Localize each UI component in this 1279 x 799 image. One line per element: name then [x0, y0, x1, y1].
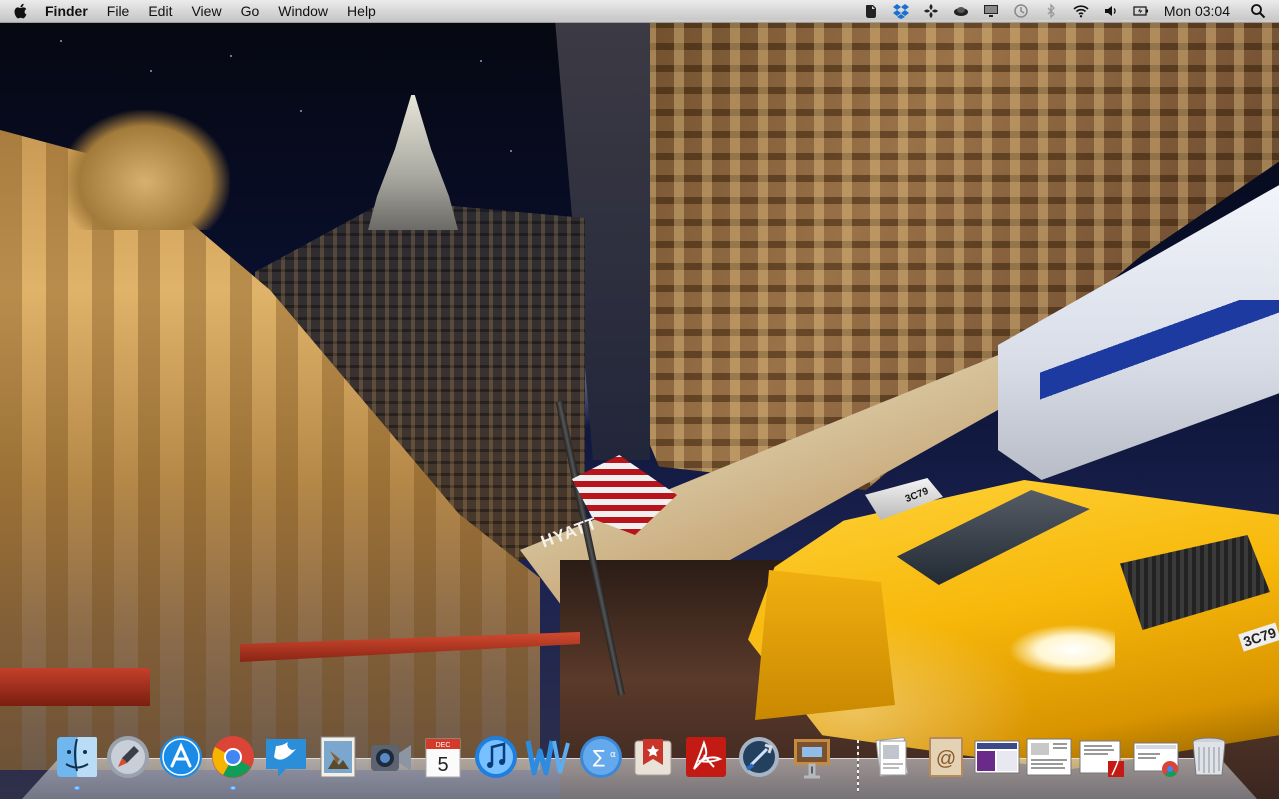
menu-bar: Finder File Edit View Go Window Help Mon…: [0, 0, 1279, 23]
red-awning-left: [0, 668, 150, 706]
wifi-icon[interactable]: [1072, 3, 1090, 19]
menu-help[interactable]: Help: [347, 0, 376, 22]
dock-item-preview[interactable]: [313, 732, 363, 782]
launchpad-icon: [107, 736, 149, 778]
dock-item-finder[interactable]: [52, 732, 102, 782]
preview-icon: [320, 736, 356, 778]
star: [230, 55, 232, 57]
evernote-icon[interactable]: [862, 3, 880, 19]
display-icon[interactable]: [982, 3, 1000, 19]
menu-edit[interactable]: Edit: [148, 0, 172, 22]
dock: DEC 5 ∑ α @: [0, 732, 1279, 790]
chrome-icon: [212, 736, 254, 778]
star: [480, 60, 482, 62]
wunderlist-icon: [634, 739, 672, 776]
adobe-reader-icon: [686, 737, 726, 777]
dock-item-chrome[interactable]: [208, 732, 258, 782]
word-icon: [525, 740, 570, 776]
apple-logo-icon[interactable]: [13, 3, 29, 20]
svg-text:∑: ∑: [593, 747, 605, 768]
dock-item-twitter[interactable]: [261, 732, 311, 782]
dock-item-keynote[interactable]: [787, 732, 837, 782]
statue-sculpture: [60, 110, 230, 230]
spotlight-search-icon[interactable]: [1249, 3, 1267, 19]
itunes-icon: [475, 736, 517, 778]
bluetooth-icon[interactable]: [1042, 3, 1060, 19]
dock-item-document[interactable]: [1024, 732, 1074, 782]
volume-icon[interactable]: [1102, 3, 1120, 19]
desktop-wallpaper: HYATT 3C79 3C79: [0, 0, 1279, 799]
contacts-icon: @: [929, 737, 963, 777]
menu-window[interactable]: Window: [278, 0, 328, 22]
dropbox-icon[interactable]: [892, 3, 910, 19]
dock-item-trash[interactable]: [1184, 732, 1234, 782]
time-machine-icon[interactable]: [1012, 3, 1030, 19]
battery-icon[interactable]: [1132, 3, 1150, 19]
keynote-icon: [794, 739, 830, 779]
dock-item-calendar[interactable]: DEC 5: [418, 732, 468, 782]
dock-item-pdf[interactable]: [1077, 732, 1127, 782]
star: [60, 40, 62, 42]
star: [150, 70, 152, 72]
dock-item-launchpad[interactable]: [103, 732, 153, 782]
finder-icon: [57, 737, 97, 777]
dock-item-calculator[interactable]: ∑ α: [576, 732, 626, 782]
document-stack-icon: [1026, 738, 1072, 776]
calendar-day: 5: [437, 754, 448, 776]
sketchbook-icon[interactable]: [922, 3, 940, 19]
menu-file[interactable]: File: [107, 0, 130, 22]
dock-item-documents[interactable]: [867, 732, 917, 782]
dock-item-app-store[interactable]: [156, 732, 206, 782]
bus-stripe: [1040, 300, 1279, 420]
dock-item-adobe-reader[interactable]: [681, 732, 731, 782]
downloads-stack-icon: [1133, 742, 1179, 777]
facetime-icon: [371, 745, 411, 771]
dock-item-screenshot[interactable]: [972, 732, 1022, 782]
app-store-icon: [160, 736, 202, 778]
twitter-icon: [266, 739, 306, 777]
star: [300, 110, 302, 112]
taxi-headlight: [1010, 625, 1115, 675]
svg-text:α: α: [610, 750, 616, 760]
menu-clock[interactable]: Mon 03:04: [1164, 3, 1230, 19]
calendar-month: DEC: [436, 742, 451, 749]
star: [510, 150, 512, 152]
trash-icon: [1192, 737, 1226, 776]
calculator-icon: ∑ α: [580, 736, 622, 778]
documents-stack-icon: [875, 737, 909, 777]
status-menus: Mon 03:04: [862, 0, 1279, 22]
finder-running-indicator: [74, 786, 80, 790]
menu-go[interactable]: Go: [241, 0, 260, 22]
xcode-icon: [739, 737, 779, 777]
dock-item-contacts[interactable]: @: [920, 732, 970, 782]
chrysler-building-spire: [368, 95, 458, 230]
chrome-running-indicator: [230, 786, 236, 790]
dock-item-xcode[interactable]: [734, 732, 784, 782]
cloud-icon[interactable]: [952, 3, 970, 19]
screenshot-stack-icon: [974, 740, 1020, 774]
dock-item-word[interactable]: [523, 732, 573, 782]
dock-item-downloads[interactable]: [1131, 732, 1181, 782]
dock-item-wunderlist[interactable]: [628, 732, 678, 782]
dock-item-itunes[interactable]: [471, 732, 521, 782]
menu-view[interactable]: View: [191, 0, 221, 22]
svg-text:@: @: [936, 748, 956, 770]
calendar-icon: DEC 5: [425, 738, 461, 778]
menu-finder[interactable]: Finder: [45, 0, 88, 22]
dock-item-facetime[interactable]: [366, 732, 416, 782]
pdf-stack-icon: [1079, 740, 1124, 777]
taxi-open-door: [755, 570, 895, 720]
